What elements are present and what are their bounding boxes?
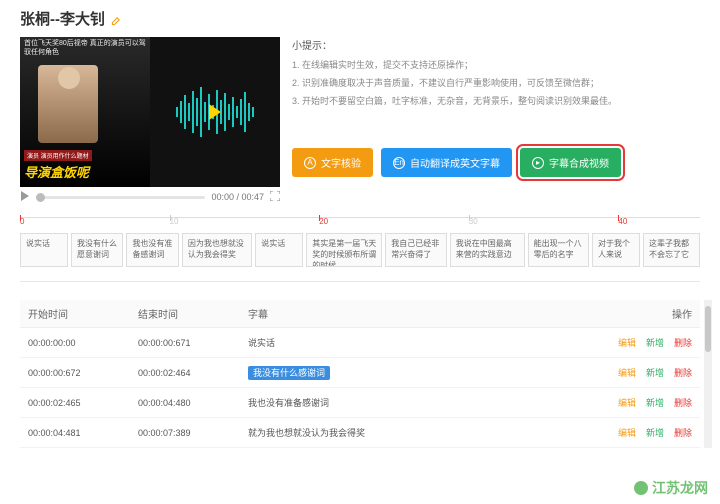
tips-heading: 小提示： [292, 37, 700, 52]
edit-op[interactable]: 编辑 [618, 396, 636, 409]
cell-ops: 编辑 新增 删除 [572, 426, 692, 439]
subtitle-table: 开始时间 结束时间 字幕 操作 00:00:00:00 00:00:00:671… [20, 300, 700, 448]
tips-panel: 小提示： 在线编辑实时生效，提交不支持还原操作； 识别准确度取决于声音质量，不建… [292, 37, 700, 207]
tip-item: 开始时不要留空白篇，吐字标准，无杂音，无背景乐，整句阅读识别效果最佳。 [292, 94, 700, 108]
play-small-icon[interactable] [20, 191, 30, 203]
play-icon[interactable] [209, 104, 221, 120]
edit-op[interactable]: 编辑 [618, 336, 636, 349]
cell-end: 00:00:07:389 [138, 428, 248, 438]
cell-sub[interactable]: 就为我也想就没认为我会得奖 [248, 426, 572, 439]
video-caption: 导演盒饭呢 [24, 162, 89, 181]
cell-end: 00:00:02:464 [138, 368, 248, 378]
table-row[interactable]: 00:00:04:481 00:00:07:389 就为我也想就没认为我会得奖 … [20, 418, 700, 448]
tick: 30 [469, 217, 478, 226]
del-op[interactable]: 删除 [674, 366, 692, 379]
table-row[interactable]: 00:00:02:465 00:00:04:480 我也没有准备感谢词 编辑 新… [20, 388, 700, 418]
cell-ops: 编辑 新增 删除 [572, 336, 692, 349]
segment[interactable]: 其实是第一届飞天奖的时候颁布所谓的时候 [306, 233, 382, 267]
segment[interactable]: 我自己已经非常兴奋得了 [385, 233, 446, 267]
add-op[interactable]: 新增 [646, 426, 664, 439]
video-overlay-text: 首位飞天奖80后视帝 真正的演员可以驾驭任何角色 [24, 39, 146, 57]
segment[interactable]: 说实话 [255, 233, 303, 267]
segment[interactable]: 这辈子我都不会忘了它 [643, 233, 700, 267]
player-controls: 00:00 / 00:47 [20, 187, 280, 207]
check-icon: A [304, 157, 316, 169]
translate-button[interactable]: En 自动翻译成英文字幕 [381, 148, 512, 177]
segment[interactable]: 我没有什么愿意谢词 [71, 233, 123, 267]
tip-item: 在线编辑实时生效，提交不支持还原操作； [292, 58, 700, 72]
del-op[interactable]: 删除 [674, 426, 692, 439]
divider [20, 281, 700, 282]
tip-item: 识别准确度取决于声音质量，不建议自行严重影响使用，可反馈至微信群； [292, 76, 700, 90]
video-lower-tag: 演员 演员用作什么题材 [24, 150, 92, 161]
segment[interactable]: 能出现一个八零后的名字 [528, 233, 589, 267]
time-display: 00:00 / 00:47 [211, 192, 264, 202]
tick: 20 [319, 217, 328, 226]
col-sub: 字幕 [248, 306, 572, 321]
compose-icon: ▸ [532, 157, 544, 169]
scrollbar[interactable] [704, 300, 712, 448]
add-op[interactable]: 新增 [646, 396, 664, 409]
progress-bar[interactable] [36, 196, 205, 199]
cell-ops: 编辑 新增 删除 [572, 396, 692, 409]
edit-op[interactable]: 编辑 [618, 426, 636, 439]
cell-start: 00:00:04:481 [28, 428, 138, 438]
col-end: 结束时间 [138, 306, 248, 321]
btn-label: 字幕合成视频 [549, 155, 609, 170]
fullscreen-icon[interactable] [270, 191, 280, 203]
tick: 10 [170, 217, 179, 226]
cell-start: 00:00:02:465 [28, 398, 138, 408]
cell-end: 00:00:04:480 [138, 398, 248, 408]
compose-video-button[interactable]: ▸ 字幕合成视频 [520, 148, 621, 177]
add-op[interactable]: 新增 [646, 366, 664, 379]
page-title: 张桐--李大钊 [20, 8, 700, 29]
table-header: 开始时间 结束时间 字幕 操作 [20, 300, 700, 328]
table-row[interactable]: 00:00:00:672 00:00:02:464 我没有什么感谢词 编辑 新增… [20, 358, 700, 388]
cell-sub[interactable]: 我没有什么感谢词 [248, 366, 572, 379]
waveform [150, 37, 280, 187]
cell-sub[interactable]: 说实话 [248, 336, 572, 349]
cell-end: 00:00:00:671 [138, 338, 248, 348]
add-op[interactable]: 新增 [646, 336, 664, 349]
segment[interactable]: 对于我个人来说 [592, 233, 640, 267]
del-op[interactable]: 删除 [674, 396, 692, 409]
del-op[interactable]: 删除 [674, 336, 692, 349]
segment[interactable]: 我说在中国最高来营的实践意边 [450, 233, 525, 267]
edit-icon[interactable] [111, 13, 122, 24]
video-player: 首位飞天奖80后视帝 真正的演员可以驾驭任何角色 演员 演员用作什么题材 导演盒… [20, 37, 280, 207]
table-row[interactable]: 00:00:00:00 00:00:00:671 说实话 编辑 新增 删除 [20, 328, 700, 358]
timeline-ruler[interactable]: 0 10 20 30 40 [20, 217, 700, 231]
text-check-button[interactable]: A 文字核验 [292, 148, 373, 177]
cell-start: 00:00:00:672 [28, 368, 138, 378]
segment[interactable]: 说实话 [20, 233, 68, 267]
btn-label: 文字核验 [321, 155, 361, 170]
col-ops: 操作 [572, 306, 692, 321]
edit-op[interactable]: 编辑 [618, 366, 636, 379]
segment[interactable]: 因为我也想就没认为我会得奖 [182, 233, 252, 267]
translate-icon: En [393, 157, 405, 169]
tips-list: 在线编辑实时生效，提交不支持还原操作； 识别准确度取决于声音质量，不建议自行严重… [292, 58, 700, 108]
cell-start: 00:00:00:00 [28, 338, 138, 348]
video-area[interactable]: 首位飞天奖80后视帝 真正的演员可以驾驭任何角色 演员 演员用作什么题材 导演盒… [20, 37, 280, 187]
title-text: 张桐--李大钊 [20, 8, 105, 29]
btn-label: 自动翻译成英文字幕 [410, 155, 500, 170]
tick: 40 [618, 217, 627, 226]
col-start: 开始时间 [28, 306, 138, 321]
tick: 0 [20, 217, 24, 226]
cell-ops: 编辑 新增 删除 [572, 366, 692, 379]
segment-strip[interactable]: 说实话 我没有什么愿意谢词 我也没有准备感谢词 因为我也想就没认为我会得奖 说实… [20, 233, 700, 267]
segment[interactable]: 我也没有准备感谢词 [126, 233, 178, 267]
action-buttons: A 文字核验 En 自动翻译成英文字幕 ▸ 字幕合成视频 [292, 148, 700, 177]
cell-sub[interactable]: 我也没有准备感谢词 [248, 396, 572, 409]
watermark: 江苏龙网 [634, 478, 708, 498]
video-still: 首位飞天奖80后视帝 真正的演员可以驾驭任何角色 演员 演员用作什么题材 导演盒… [20, 37, 150, 187]
